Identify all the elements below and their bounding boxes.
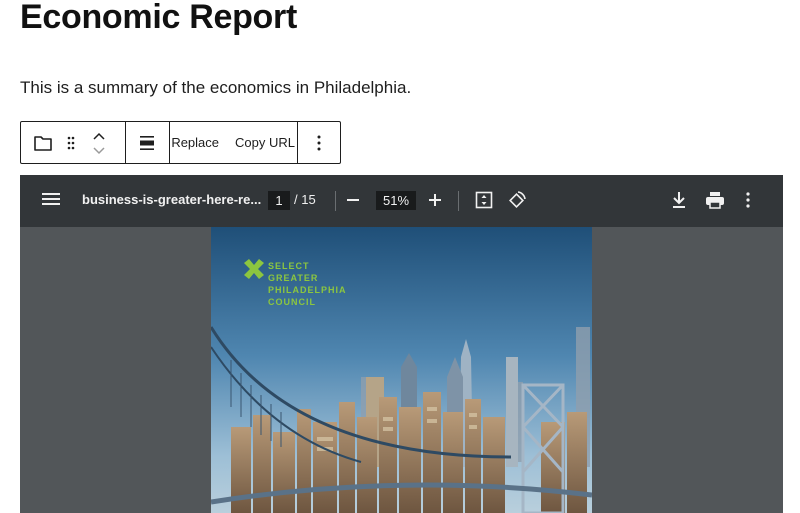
download-icon[interactable] — [671, 191, 687, 212]
copy-url-button[interactable]: Copy URL — [235, 135, 295, 150]
cover-image: SELECT GREATER PHILADELPHIA COUNCIL — [211, 227, 592, 513]
summary-paragraph: This is a summary of the economics in Ph… — [20, 78, 412, 97]
pdf-filename: business-is-greater-here-re... — [82, 192, 262, 207]
page-title: Economic Report — [20, 0, 297, 36]
chevron-down-icon[interactable] — [89, 144, 109, 158]
fit-page-icon[interactable] — [475, 191, 493, 212]
menu-icon[interactable] — [42, 192, 60, 209]
logo-line-2: GREATER — [268, 273, 318, 283]
pdf-viewer: business-is-greater-here-re... 1 / 15 51… — [20, 175, 783, 513]
block-mover — [89, 128, 109, 158]
block-switcher-group — [21, 122, 127, 163]
replace-button[interactable]: Replace — [171, 135, 219, 150]
zoom-in-icon[interactable] — [428, 191, 442, 212]
pdf-toolbar: business-is-greater-here-re... 1 / 15 51… — [20, 175, 783, 227]
block-toolbar: Replace Copy URL — [20, 121, 341, 164]
more-vertical-icon[interactable] — [746, 191, 750, 212]
align-icon[interactable] — [135, 131, 159, 155]
options-group — [298, 122, 340, 163]
toolbar-divider — [458, 191, 459, 211]
toolbar-divider — [335, 191, 336, 211]
logo-line-1: SELECT — [268, 261, 310, 271]
alignment-group — [126, 122, 170, 163]
logo-line-3: PHILADELPHIA — [268, 285, 347, 295]
page-number-input[interactable]: 1 — [268, 191, 290, 210]
more-vertical-icon[interactable] — [307, 131, 331, 155]
pdf-page[interactable]: SELECT GREATER PHILADELPHIA COUNCIL — [211, 227, 592, 513]
folder-icon[interactable] — [31, 131, 55, 155]
zoom-out-icon[interactable] — [346, 191, 360, 212]
print-icon[interactable] — [705, 191, 725, 212]
file-actions-group: Replace Copy URL — [170, 122, 298, 163]
page-total: / 15 — [294, 192, 316, 207]
zoom-level-input[interactable]: 51% — [376, 191, 416, 210]
rotate-icon[interactable] — [507, 190, 527, 213]
logo-line-4: COUNCIL — [268, 297, 316, 307]
drag-handle-icon[interactable] — [63, 131, 79, 155]
chevron-up-icon[interactable] — [89, 128, 109, 144]
